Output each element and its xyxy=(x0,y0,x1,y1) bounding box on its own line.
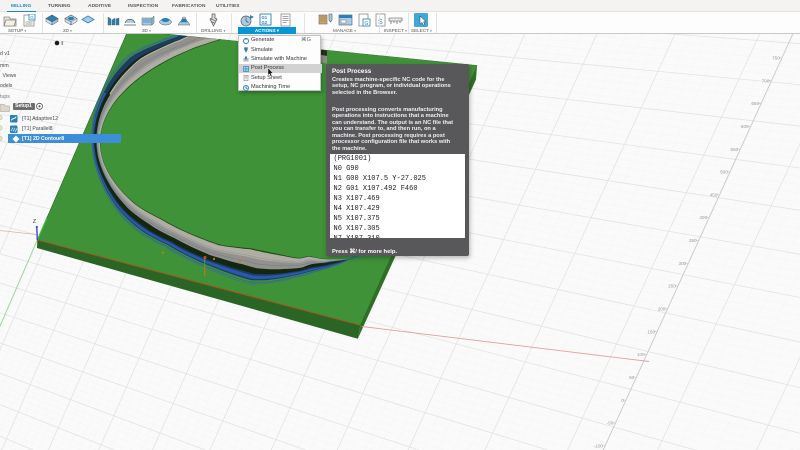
svg-text:300: 300 xyxy=(679,261,687,266)
svg-text:450: 450 xyxy=(710,192,718,197)
svg-text:700: 700 xyxy=(762,78,770,83)
svg-text:250: 250 xyxy=(668,284,676,289)
svg-text:150: 150 xyxy=(647,329,655,334)
svg-text:100: 100 xyxy=(637,352,645,357)
svg-text:750: 750 xyxy=(772,56,780,61)
svg-text:400: 400 xyxy=(699,215,707,220)
svg-text:G: G xyxy=(30,15,34,20)
svg-text:650: 650 xyxy=(751,101,759,106)
svg-text:500: 500 xyxy=(720,170,728,175)
svg-text:600: 600 xyxy=(741,124,749,129)
svg-text:-100: -100 xyxy=(594,443,604,448)
svg-text:G2: G2 xyxy=(262,20,268,25)
svg-text:0: 0 xyxy=(621,398,624,403)
svg-text:G: G xyxy=(365,21,369,27)
svg-text:-50: -50 xyxy=(607,421,614,426)
svg-text:200: 200 xyxy=(658,307,666,312)
svg-text:350: 350 xyxy=(689,238,697,243)
svg-text:50: 50 xyxy=(629,375,635,380)
svg-text:550: 550 xyxy=(731,147,739,152)
